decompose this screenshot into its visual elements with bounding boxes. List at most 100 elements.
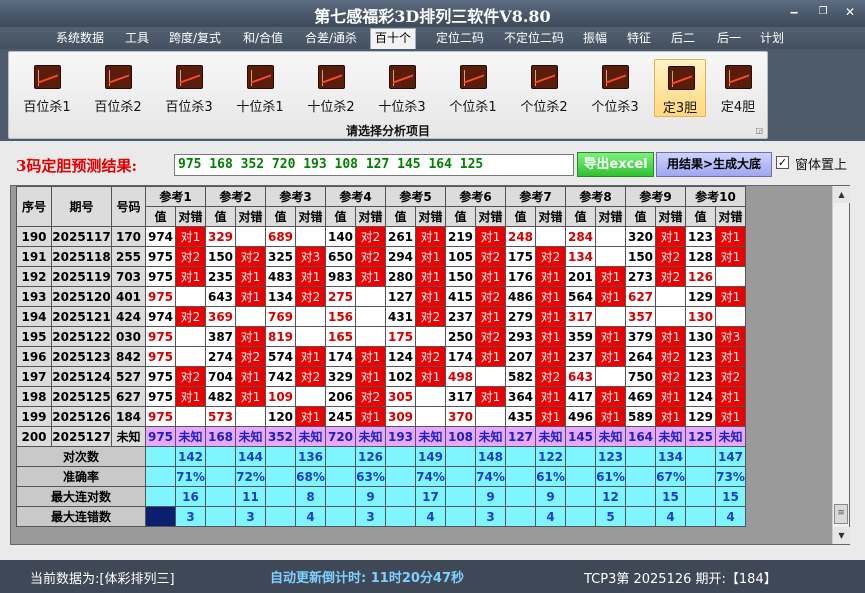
header-ref: 参考9 bbox=[625, 186, 686, 207]
table-row[interactable]: 196 2025123 842 975 274 对2 574 对1 174 对1 124 对2 174 对… bbox=[16, 346, 748, 367]
table-row[interactable]: 192 2025119 703 975 对1 235 对1 483 对1 983 对1 280 对1 15… bbox=[16, 266, 748, 287]
menu-item-4[interactable]: 合差/通杀 bbox=[300, 30, 362, 49]
header-compare: 对错 bbox=[175, 206, 206, 227]
menu-item-7[interactable]: 不定位二码 bbox=[497, 30, 571, 49]
ref-compare: 对3 bbox=[295, 246, 326, 267]
ref-compare: 对1 bbox=[595, 286, 626, 307]
ribbon-button-6[interactable]: 个位杀1 bbox=[441, 59, 505, 117]
ribbon-button-0[interactable]: 百位杀1 bbox=[15, 59, 79, 117]
ref-value: 974 bbox=[145, 306, 176, 327]
ref-compare bbox=[715, 306, 746, 327]
ref-value: 320 bbox=[625, 226, 656, 247]
ribbon-button-7[interactable]: 个位杀2 bbox=[512, 59, 576, 117]
stats-label: 对次数 bbox=[16, 446, 146, 467]
ribbon-button-label: 个位杀3 bbox=[591, 100, 639, 115]
vertical-scrollbar[interactable]: ▲ ≡ ▼ bbox=[832, 186, 850, 544]
ref-value: 261 bbox=[385, 226, 416, 247]
menu-item-5[interactable]: 百十个 bbox=[370, 28, 416, 49]
ref-value: 150 bbox=[625, 246, 656, 267]
ref-compare: 对2 bbox=[235, 346, 266, 367]
ribbon-launcher-icon[interactable]: ◲ bbox=[755, 126, 763, 135]
ribbon-button-8[interactable]: 个位杀3 bbox=[583, 59, 647, 117]
table-row[interactable]: 198 2025125 627 975 对1 482 对1 109 206 对2 305 317 对1 3… bbox=[16, 386, 748, 407]
stats-spacer bbox=[145, 446, 176, 467]
data-source-status: 当前数据为:[体彩排列三] bbox=[30, 572, 175, 587]
ribbon-button-10[interactable]: 定4胆 bbox=[712, 59, 764, 117]
table-row[interactable]: 191 2025118 255 975 对2 150 对2 325 对3 650 对2 294 对1 10… bbox=[16, 246, 748, 267]
header-value: 值 bbox=[325, 206, 356, 227]
close-icon[interactable]: ✕ bbox=[840, 4, 860, 20]
menu-item-9[interactable]: 特征 bbox=[622, 30, 656, 49]
maximize-icon[interactable]: ❐ bbox=[813, 4, 833, 20]
chart-icon bbox=[668, 66, 695, 90]
ref-value: 175 bbox=[505, 246, 536, 267]
ref-value: 279 bbox=[505, 306, 536, 327]
menu-item-1[interactable]: 工具 bbox=[120, 30, 154, 49]
table-row[interactable]: 193 2025120 401 975 643 对1 134 对2 275 127 对1 415 对2 4… bbox=[16, 286, 748, 307]
stats-spacer bbox=[625, 486, 656, 507]
stats-value: 5 bbox=[595, 506, 626, 527]
generate-base-button[interactable]: 用结果>生成大底 bbox=[656, 152, 772, 177]
menu-item-12[interactable]: 计划 bbox=[755, 30, 789, 49]
ref-value: 150 bbox=[205, 246, 236, 267]
table-row[interactable]: 195 2025122 030 975 387 对1 819 165 175 250 对2 293 对1… bbox=[16, 326, 748, 347]
stats-spacer bbox=[625, 506, 656, 527]
scroll-thumb[interactable]: ≡ bbox=[834, 504, 848, 524]
menu-item-3[interactable]: 和/合值 bbox=[237, 30, 289, 49]
ref-compare: 对2 bbox=[535, 246, 566, 267]
ref-compare: 对2 bbox=[295, 366, 326, 387]
ribbon-button-4[interactable]: 十位杀2 bbox=[299, 59, 363, 117]
scroll-down-icon[interactable]: ▼ bbox=[833, 527, 850, 544]
row-period: 2025121 bbox=[51, 306, 112, 327]
header-compare: 对错 bbox=[415, 206, 446, 227]
menu-item-6[interactable]: 定位二码 bbox=[430, 30, 490, 49]
stats-value: 71% bbox=[175, 466, 206, 487]
ref-value: 357 bbox=[625, 306, 656, 327]
ribbon-button-1[interactable]: 百位杀2 bbox=[86, 59, 150, 117]
ref-compare: 对1 bbox=[535, 326, 566, 347]
ref-compare: 对1 bbox=[655, 226, 686, 247]
stats-spacer bbox=[385, 466, 416, 487]
topmost-checkbox[interactable]: ✓ bbox=[776, 156, 789, 169]
stats-spacer bbox=[505, 466, 536, 487]
result-field[interactable]: 975 168 352 720 193 108 127 145 164 125 bbox=[174, 154, 574, 176]
stats-row: 最大连错数 3 3 4 3 4 3 4 5 4 4 bbox=[16, 506, 748, 527]
scroll-up-icon[interactable]: ▲ bbox=[833, 186, 850, 203]
ribbon-button-3[interactable]: 十位杀1 bbox=[228, 59, 292, 117]
header-value: 值 bbox=[565, 206, 596, 227]
minimize-icon[interactable]: ‒ bbox=[784, 4, 804, 20]
ribbon-button-9[interactable]: 定3胆 bbox=[654, 59, 706, 117]
menu-item-10[interactable]: 后二 bbox=[666, 30, 700, 49]
table-row[interactable]: 194 2025121 424 974 对2 369 769 156 431 对2 237 对1 279… bbox=[16, 306, 748, 327]
stats-value: 142 bbox=[175, 446, 206, 467]
ref-compare: 对1 bbox=[715, 386, 746, 407]
ref-compare: 未知 bbox=[715, 426, 746, 447]
stats-spacer bbox=[685, 446, 716, 467]
stats-label: 最大连对数 bbox=[16, 486, 146, 507]
ribbon-button-2[interactable]: 百位杀3 bbox=[157, 59, 221, 117]
table-row[interactable]: 200 2025127 未知 975 未知 168 未知 352 未知 720 未知 193 未知 108… bbox=[16, 426, 748, 447]
table-row[interactable]: 190 2025117 170 974 对1 329 689 140 对2 261 对1 219 对1 2… bbox=[16, 226, 748, 247]
ref-value: 245 bbox=[325, 406, 356, 427]
ref-value: 273 bbox=[625, 266, 656, 287]
ref-compare: 未知 bbox=[295, 426, 326, 447]
export-excel-button[interactable]: 导出excel bbox=[577, 152, 654, 177]
table-row[interactable]: 197 2025124 527 975 对2 704 对1 742 对2 329 对1 102 对1 49… bbox=[16, 366, 748, 387]
ref-value: 627 bbox=[625, 286, 656, 307]
ref-value: 643 bbox=[565, 366, 596, 387]
ref-compare: 对1 bbox=[235, 286, 266, 307]
stats-value: 122 bbox=[535, 446, 566, 467]
issue-status: TCP3第 2025126 期开:【184】 bbox=[584, 572, 777, 587]
stats-spacer bbox=[145, 466, 176, 487]
menu-item-8[interactable]: 振幅 bbox=[578, 30, 612, 49]
table-row[interactable]: 199 2025126 184 975 573 120 对1 245 对1 309 370 435 对1… bbox=[16, 406, 748, 427]
header-ref: 参考7 bbox=[505, 186, 566, 207]
header-value: 值 bbox=[145, 206, 176, 227]
ref-value: 176 bbox=[505, 266, 536, 287]
menu-item-2[interactable]: 跨度/复式 bbox=[164, 30, 226, 49]
menu-item-0[interactable]: 系统数据 bbox=[52, 30, 108, 49]
ribbon-button-5[interactable]: 十位杀3 bbox=[370, 59, 434, 117]
menu-item-11[interactable]: 后一 bbox=[712, 30, 746, 49]
stats-value: 68% bbox=[295, 466, 326, 487]
ref-compare: 对1 bbox=[415, 266, 446, 287]
